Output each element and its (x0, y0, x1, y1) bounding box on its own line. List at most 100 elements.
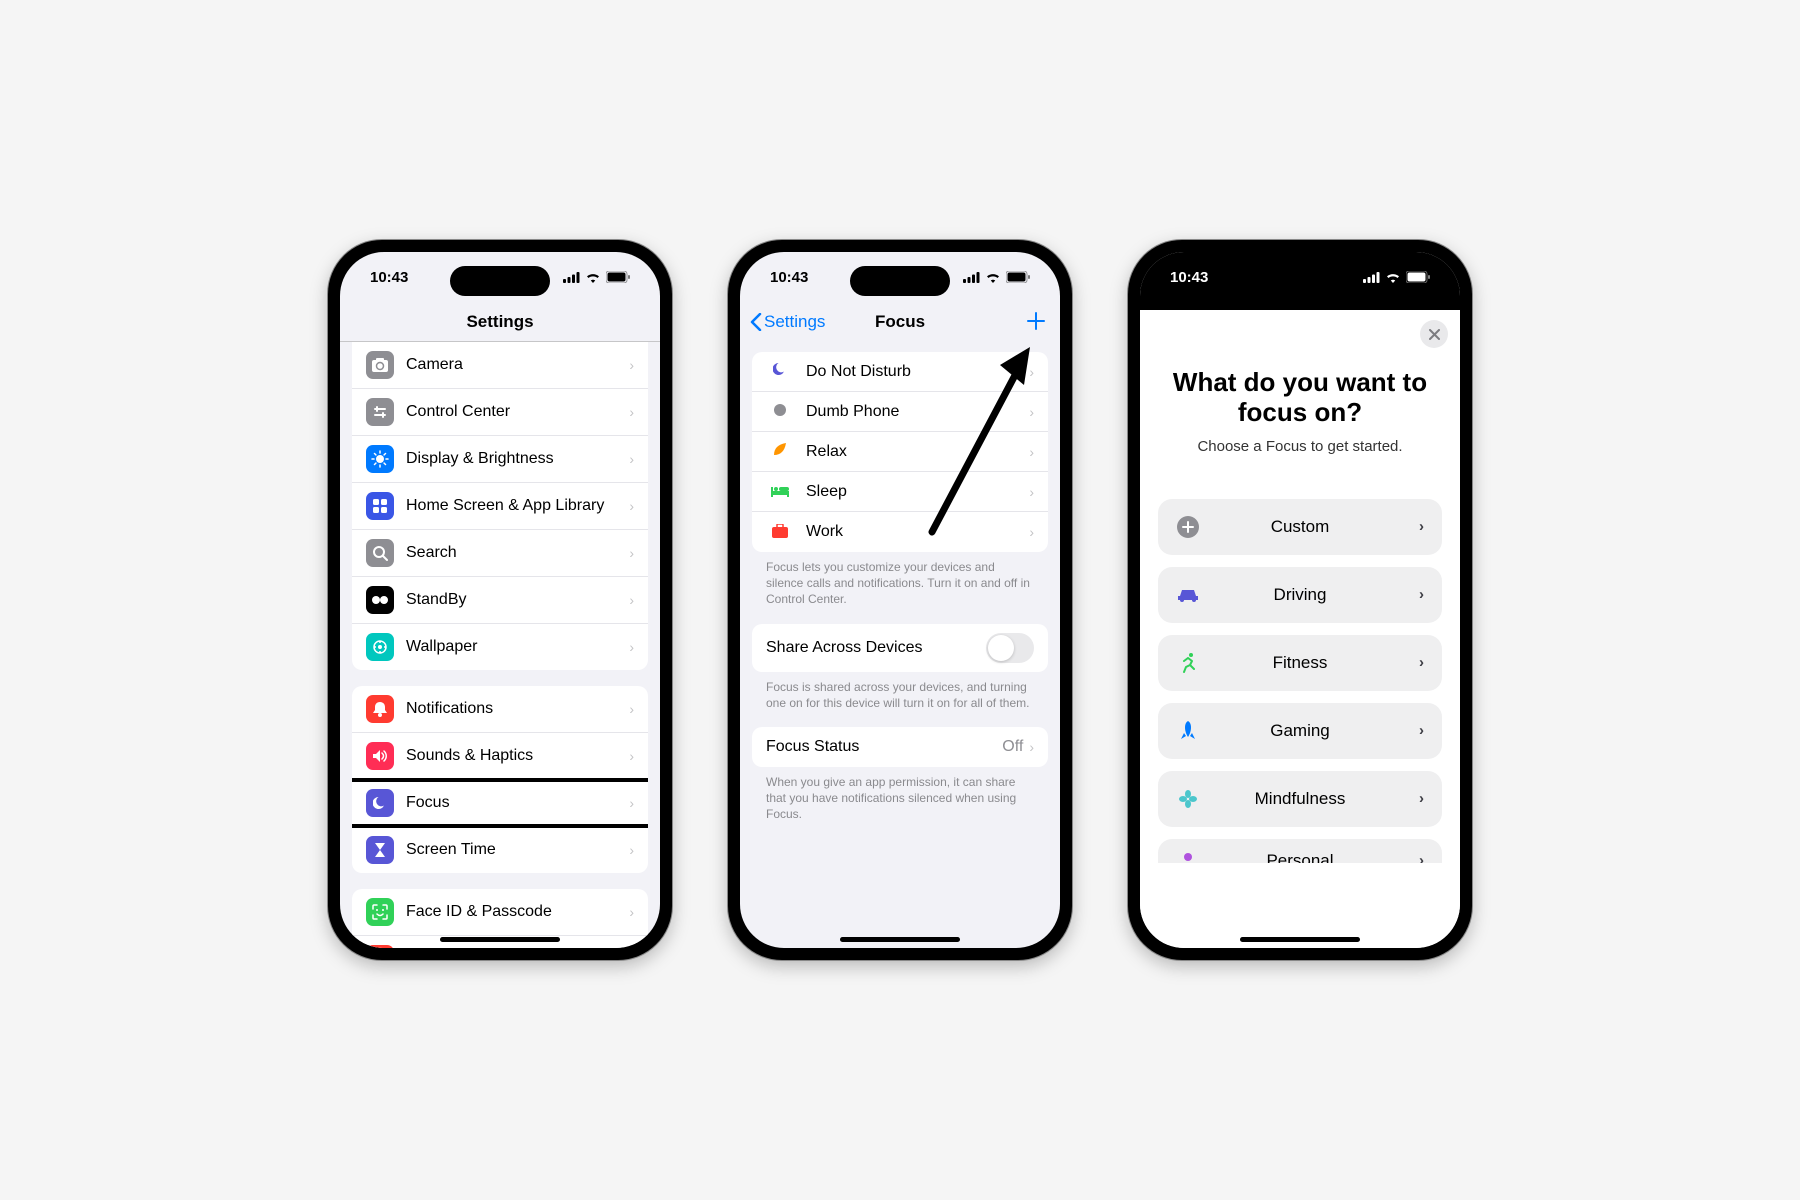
faceid-icon (366, 898, 394, 926)
nav-bar: Settings (340, 302, 660, 342)
chevron-right-icon: › (1419, 586, 1424, 603)
settings-row-focus[interactable]: Focus› (352, 780, 648, 827)
battery-icon (1006, 271, 1030, 283)
home-indicator[interactable] (1240, 937, 1360, 942)
wifi-icon (585, 272, 601, 283)
row-label: Sounds & Haptics (406, 747, 629, 765)
option-label: Personal (1176, 851, 1424, 863)
close-icon (1429, 329, 1440, 340)
home-indicator[interactable] (840, 937, 960, 942)
phone-settings: 10:43 Settings Camera›Control Center›Dis… (328, 240, 672, 960)
home-indicator[interactable] (440, 937, 560, 942)
settings-row-control-center[interactable]: Control Center› (352, 389, 648, 436)
focus-option-personal[interactable]: Personal› (1158, 839, 1442, 863)
chevron-right-icon: › (629, 545, 634, 561)
settings-row-search[interactable]: Search› (352, 530, 648, 577)
settings-list[interactable]: Camera›Control Center›Display & Brightne… (340, 342, 660, 948)
row-label: Search (406, 544, 629, 562)
chevron-right-icon: › (1029, 444, 1034, 460)
option-label: Custom (1176, 517, 1424, 537)
hourglass-icon (366, 836, 394, 864)
new-focus-sheet: What do you want to focus on? Choose a F… (1140, 310, 1460, 948)
row-label: Notifications (406, 700, 629, 718)
wifi-icon (1385, 272, 1401, 283)
chevron-right-icon: › (629, 701, 634, 717)
settings-row-sounds-haptics[interactable]: Sounds & Haptics› (352, 733, 648, 780)
focus-mode-sleep[interactable]: Sleep› (752, 472, 1048, 512)
footer-text: Focus lets you customize your devices an… (740, 552, 1060, 608)
settings-row-wallpaper[interactable]: Wallpaper› (352, 624, 648, 670)
chevron-right-icon: › (629, 795, 634, 811)
chevron-right-icon: › (629, 404, 634, 420)
chevron-right-icon: › (629, 498, 634, 514)
search-icon (366, 539, 394, 567)
share-across-devices-row[interactable]: Share Across Devices (752, 624, 1048, 672)
chevron-right-icon: › (1419, 518, 1424, 535)
status-indicators (1363, 271, 1430, 283)
status-indicators (963, 271, 1030, 283)
chevron-right-icon: › (1419, 852, 1424, 863)
settings-row-face-id-passcode[interactable]: Face ID & Passcode› (352, 889, 648, 936)
row-label: Focus Status (766, 738, 1002, 756)
footer-text: When you give an app permission, it can … (740, 767, 1060, 823)
row-label: Display & Brightness (406, 450, 629, 468)
focus-content[interactable]: Do Not Disturb›Dumb Phone›Relax›Sleep›Wo… (740, 342, 1060, 948)
footer-text: Focus is shared across your devices, and… (740, 672, 1060, 711)
focus-option-driving[interactable]: Driving› (1158, 567, 1442, 623)
close-button[interactable] (1420, 320, 1448, 348)
row-label: Screen Time (406, 841, 629, 859)
focus-option-fitness[interactable]: Fitness› (1158, 635, 1442, 691)
bell-icon (366, 695, 394, 723)
nav-bar: Settings Focus (740, 302, 1060, 342)
row-label: Do Not Disturb (806, 363, 1029, 381)
settings-row-notifications[interactable]: Notifications› (352, 686, 648, 733)
battery-icon (606, 271, 630, 283)
option-label: Gaming (1176, 721, 1424, 741)
settings-row-home-screen-app-library[interactable]: Home Screen & App Library› (352, 483, 648, 530)
chevron-right-icon: › (629, 357, 634, 373)
chevron-right-icon: › (1419, 722, 1424, 739)
chevron-right-icon: › (1419, 654, 1424, 671)
row-label: Focus (406, 794, 629, 812)
focus-mode-do-not-disturb[interactable]: Do Not Disturb› (752, 352, 1048, 392)
share-toggle[interactable] (986, 633, 1034, 663)
row-label: Control Center (406, 403, 629, 421)
focus-mode-work[interactable]: Work› (752, 512, 1048, 552)
status-time: 10:43 (770, 269, 808, 286)
status-time: 10:43 (370, 269, 408, 286)
focus-option-mindfulness[interactable]: Mindfulness› (1158, 771, 1442, 827)
row-value: Off (1002, 738, 1023, 756)
phone-new-focus: 10:43 What do you want to focus on? Choo… (1128, 240, 1472, 960)
row-label: Face ID & Passcode (406, 903, 629, 921)
focus-options-list[interactable]: Custom›Driving›Fitness›Gaming›Mindfulnes… (1158, 499, 1442, 863)
moon-icon (766, 361, 794, 382)
moon-icon (366, 789, 394, 817)
add-focus-button[interactable] (1026, 309, 1046, 335)
battery-icon (1406, 271, 1430, 283)
wallpaper-icon (366, 633, 394, 661)
dynamic-island (850, 266, 950, 296)
focus-mode-relax[interactable]: Relax› (752, 432, 1048, 472)
row-label: Dumb Phone (806, 403, 1029, 421)
bed-icon (766, 481, 794, 502)
back-button[interactable]: Settings (750, 312, 825, 332)
back-label: Settings (764, 312, 825, 332)
dynamic-island (1250, 266, 1350, 296)
focus-mode-dumb-phone[interactable]: Dumb Phone› (752, 392, 1048, 432)
sheet-heading: What do you want to focus on? (1158, 368, 1442, 428)
settings-row-display-brightness[interactable]: Display & Brightness› (352, 436, 648, 483)
chevron-right-icon: › (1029, 404, 1034, 420)
wifi-icon (985, 272, 1001, 283)
focus-option-gaming[interactable]: Gaming› (1158, 703, 1442, 759)
control-icon (366, 398, 394, 426)
settings-row-camera[interactable]: Camera› (352, 342, 648, 389)
dot-icon (766, 401, 794, 422)
row-label: Camera (406, 356, 629, 374)
status-indicators (563, 271, 630, 283)
focus-option-custom[interactable]: Custom› (1158, 499, 1442, 555)
settings-row-screen-time[interactable]: Screen Time› (352, 827, 648, 873)
focus-status-row[interactable]: Focus Status Off › (752, 727, 1048, 767)
page-title: Settings (466, 312, 533, 332)
settings-row-standby[interactable]: StandBy› (352, 577, 648, 624)
chevron-right-icon: › (629, 451, 634, 467)
